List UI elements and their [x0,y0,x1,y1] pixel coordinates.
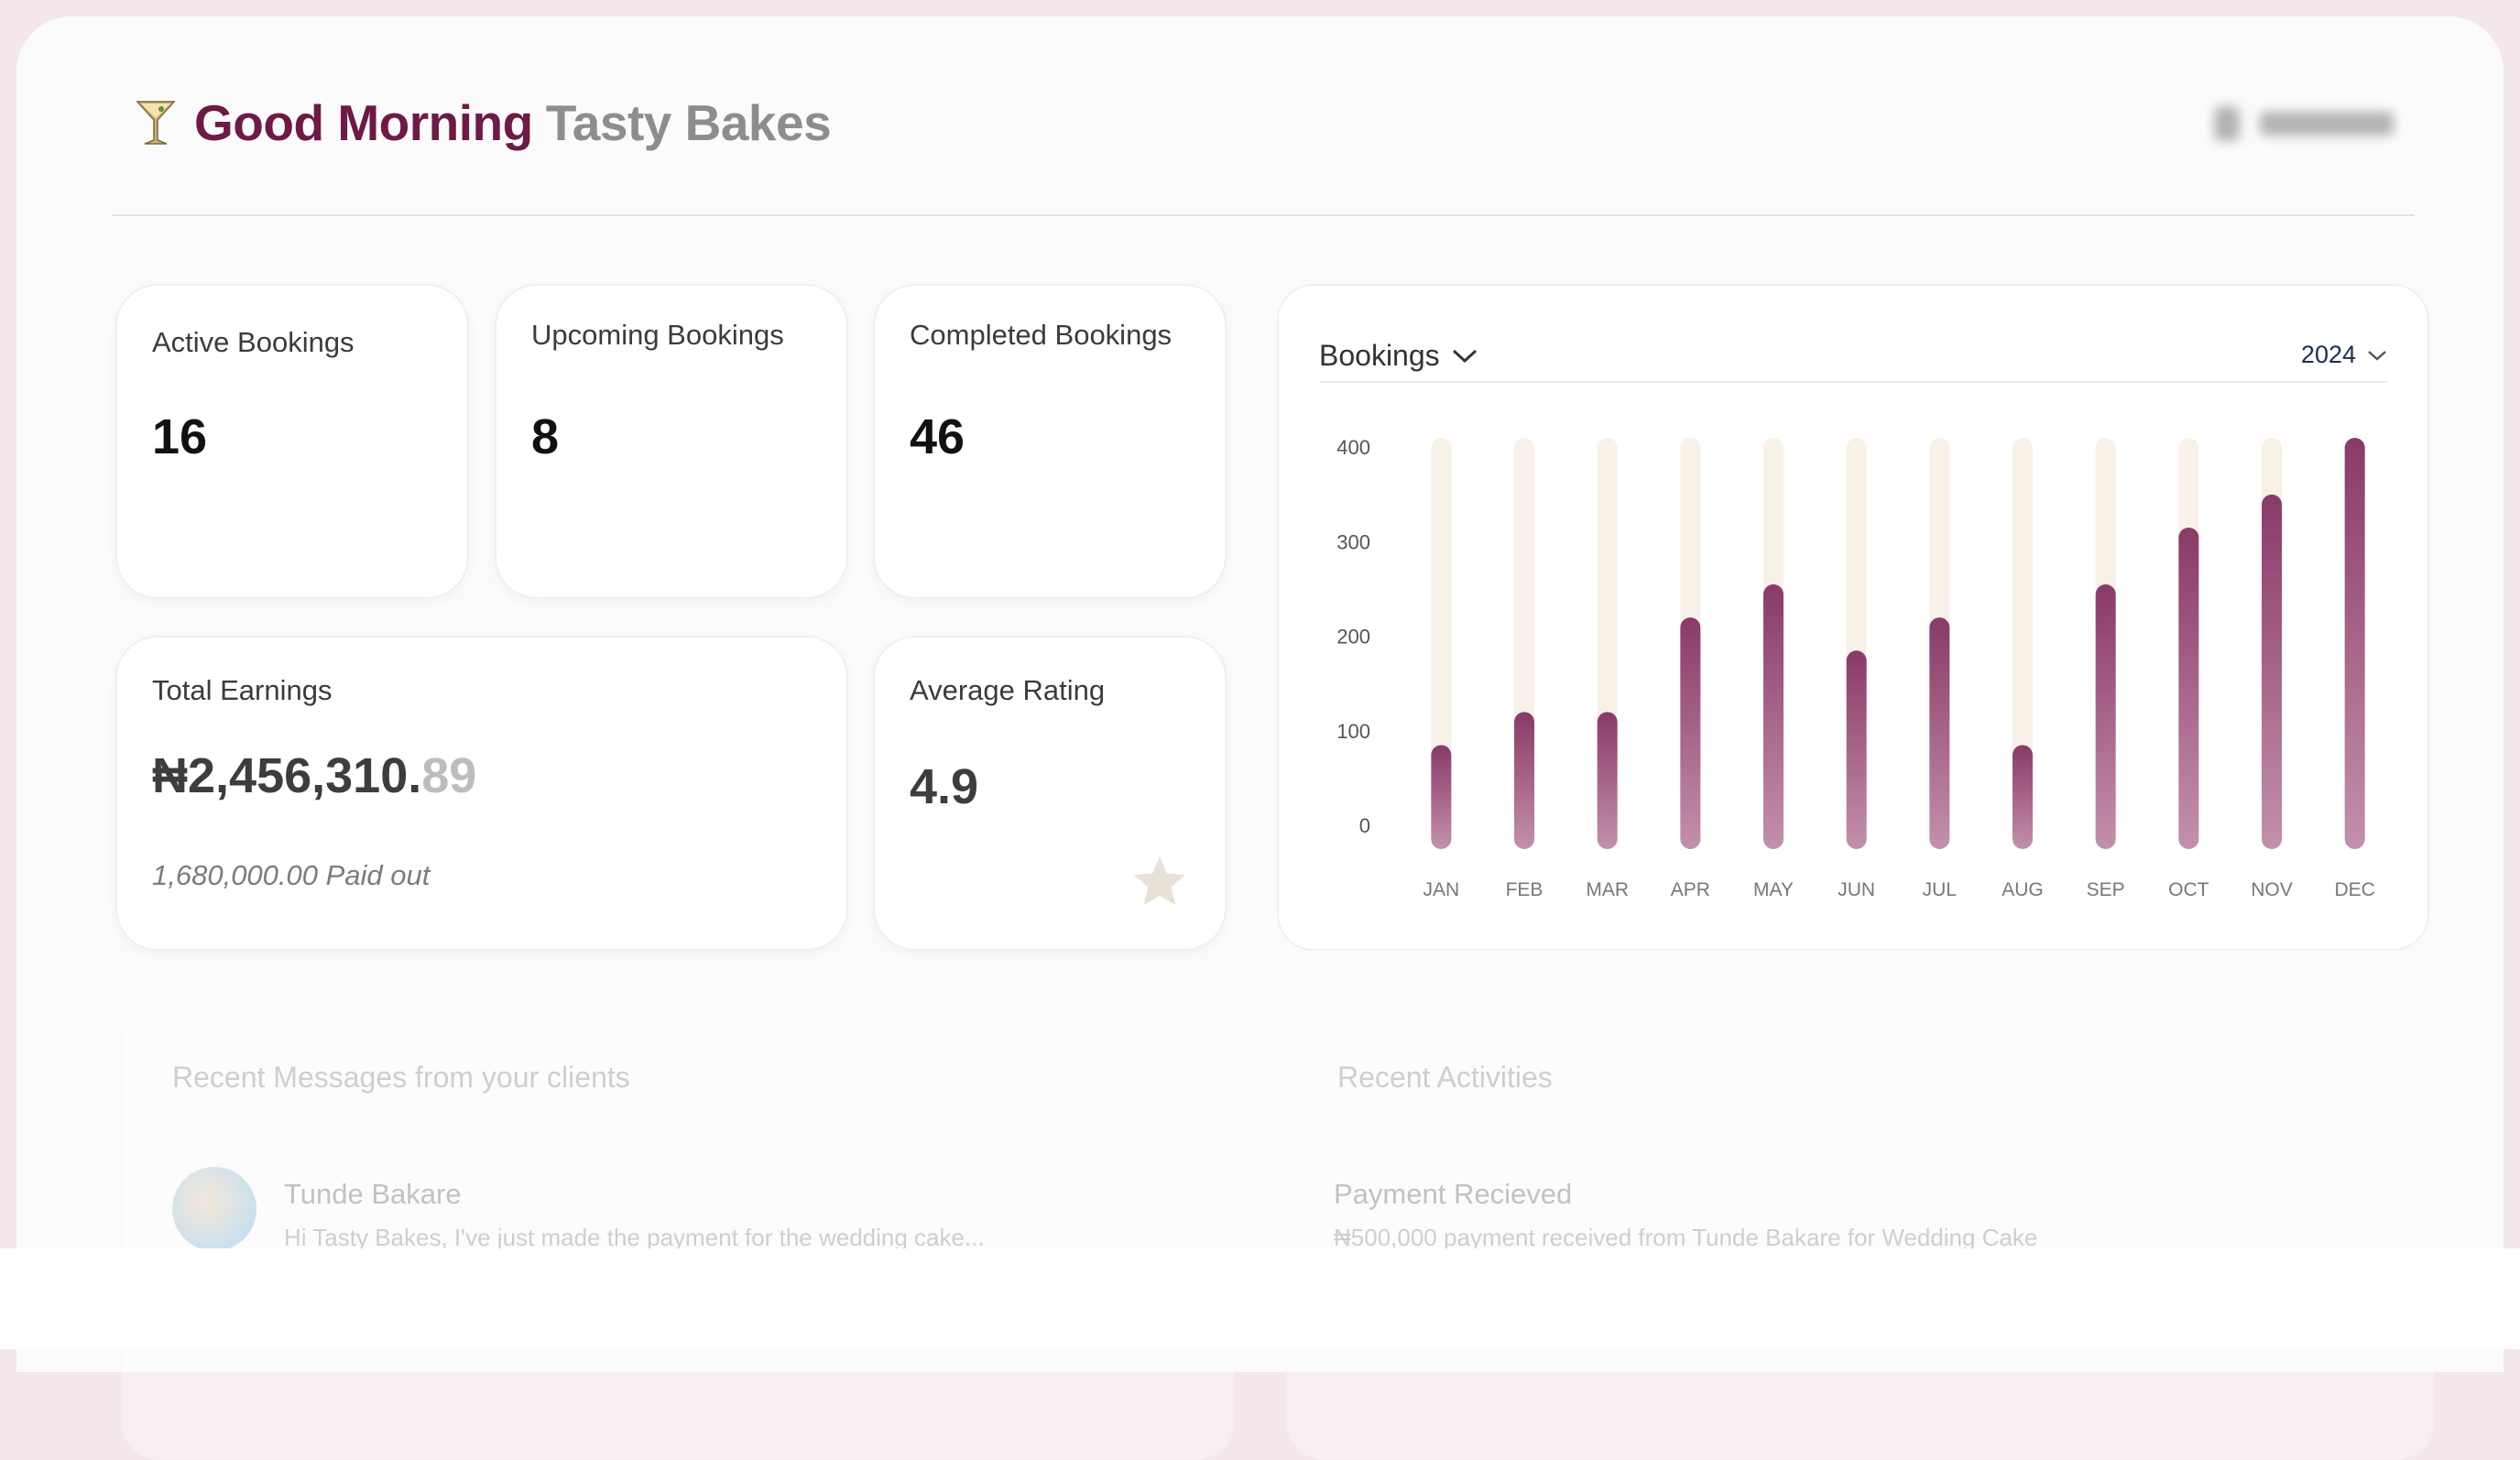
y-tick-label: 0 [1359,814,1370,837]
bar-aug[interactable] [2013,745,2033,849]
total-earnings-main: ₦2,456,310. [152,748,421,803]
recent-activities-title: Recent Activities [1337,1061,1553,1095]
bar-apr[interactable] [1680,617,1700,849]
total-earnings-value: ₦2,456,310.89 [152,747,476,804]
completed-bookings-label: Completed Bookings [910,319,1172,352]
y-tick-label: 200 [1336,626,1370,648]
average-rating-card[interactable]: Average Rating 4.9 [873,636,1227,951]
total-earnings-card[interactable]: Total Earnings ₦2,456,310.89 1,680,000.0… [115,636,848,951]
bottom-fade [0,1248,2520,1349]
bar-may[interactable] [1763,584,1784,849]
upcoming-bookings-label: Upcoming Bookings [531,319,784,352]
bar-dec[interactable] [2345,438,2365,849]
x-tick-label: MAR [1586,879,1629,900]
upcoming-bookings-value: 8 [531,409,559,465]
x-tick-label: JUL [1923,879,1957,900]
header-divider [112,214,2415,216]
x-tick-label: AUG [2002,879,2044,900]
active-bookings-label: Active Bookings [152,326,355,359]
paid-out-text: 1,680,000.00 Paid out [152,859,430,892]
user-icon [2214,106,2240,141]
x-tick-label: SEP [2087,879,2125,900]
upcoming-bookings-card[interactable]: Upcoming Bookings 8 [495,284,848,599]
client-avatar [172,1167,256,1251]
bar-jan[interactable] [1431,745,1451,849]
bar-mar[interactable] [1598,712,1618,849]
recent-messages-panel: Recent Messages from your clients Tunde … [121,1002,1235,1460]
total-earnings-decimals: 89 [421,748,476,803]
x-tick-label: JAN [1423,879,1459,900]
x-tick-label: DEC [2334,879,2374,900]
bookings-chart-card: Bookings 2024 0100200300400JANFEBMARAPRM… [1277,284,2429,951]
bar-jun[interactable] [1847,650,1867,849]
bar-sep[interactable] [2096,584,2116,849]
greeting-text: Good Morning [194,93,533,152]
x-tick-label: OCT [2168,879,2209,900]
recent-messages-title: Recent Messages from your clients [172,1061,630,1095]
completed-bookings-card[interactable]: Completed Bookings 46 [873,284,1227,599]
active-bookings-value: 16 [152,409,207,465]
y-tick-label: 400 [1336,436,1370,459]
x-tick-label: APR [1671,879,1710,900]
average-rating-label: Average Rating [910,674,1105,707]
business-name: Tasty Bakes [546,93,831,152]
total-earnings-label: Total Earnings [152,674,332,707]
cocktail-glass-icon [134,96,178,149]
bookings-bar-chart: 0 100 200 300 400 JAN FEB MAR APR MAY JUN JUL AUG SEP… [1279,286,2431,953]
bar-feb[interactable] [1514,712,1534,849]
bar-jul[interactable] [1929,617,1949,849]
bar-oct[interactable] [2178,528,2198,849]
x-tick-label: FEB [1506,879,1544,900]
y-tick-label: 100 [1336,720,1370,743]
activity-title: Payment Recieved [1334,1178,1572,1211]
active-bookings-card[interactable]: Active Bookings 16 [115,284,469,599]
x-tick-label: MAY [1753,879,1794,900]
bar-nov[interactable] [2262,495,2282,849]
x-tick-label: JUN [1838,879,1875,900]
recent-activities-panel: Recent Activities Payment Recieved ₦500,… [1286,1002,2435,1460]
account-label-blurred [2260,112,2394,136]
star-icon [1129,852,1190,912]
account-menu[interactable] [2214,106,2394,141]
completed-bookings-value: 46 [910,409,965,465]
average-rating-value: 4.9 [910,758,978,815]
x-tick-label: NOV [2251,879,2293,900]
greeting-header: Good Morning Tasty Bakes [134,93,831,152]
message-sender: Tunde Bakare [284,1178,462,1211]
y-tick-label: 300 [1336,530,1370,553]
